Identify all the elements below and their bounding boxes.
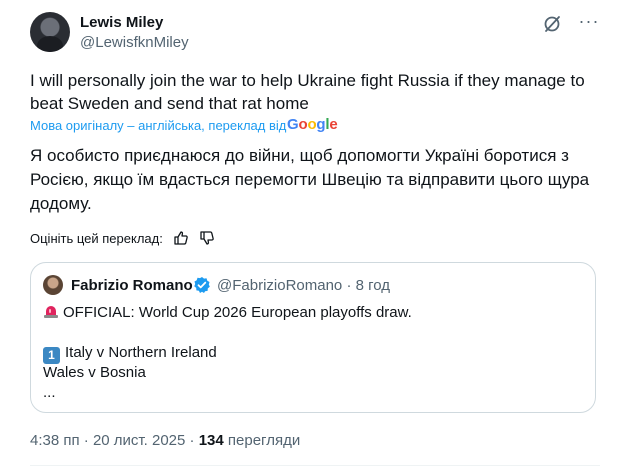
more-options-icon[interactable]: ···: [578, 12, 600, 34]
siren-icon: [44, 306, 58, 318]
number-one-icon: 1: [43, 347, 60, 364]
quoted-author-name: Fabrizio Romano: [71, 277, 193, 294]
author-handle[interactable]: @LewisfknMiley: [80, 34, 189, 51]
quoted-line-4: ...: [43, 384, 56, 401]
quoted-line-3: Wales v Bosnia: [43, 364, 146, 381]
tweet-meta: 4:38 пп · 20 лист. 2025 · 134 перегляди: [30, 432, 300, 449]
verified-badge-icon: [194, 277, 210, 293]
quoted-tweet[interactable]: Fabrizio Romano @FabrizioRomano · 8 год …: [30, 262, 596, 413]
views-count[interactable]: 134: [199, 432, 224, 449]
rate-translation-label: Оцініть цей переклад:: [30, 230, 163, 246]
thumbs-up-icon[interactable]: [173, 230, 189, 246]
divider: [30, 465, 600, 466]
tweet-time[interactable]: 4:38 пп: [30, 432, 80, 449]
meta-separator: ·: [189, 432, 195, 449]
tweet-header: Lewis Miley @LewisfknMiley ···: [30, 12, 600, 54]
quoted-line-1-text: OFFICIAL: World Cup 2026 European playof…: [63, 304, 412, 321]
rate-translation-row: Оцініть цей переклад:: [30, 229, 215, 247]
author-avatar[interactable]: [30, 12, 70, 52]
quoted-line-2-text: Italy v Northern Ireland: [65, 344, 217, 361]
quoted-line-2: 1 Italy v Northern Ireland: [43, 343, 217, 364]
quoted-author-avatar: [43, 275, 63, 295]
quoted-author-handle: @FabrizioRomano: [217, 277, 343, 294]
quoted-time: 8 год: [355, 277, 391, 294]
tweet-date[interactable]: 20 лист. 2025: [93, 432, 185, 449]
translation-note[interactable]: Мова оригіналу – англійська, переклад ві…: [30, 118, 286, 133]
meta-separator: ·: [346, 277, 352, 294]
author-name[interactable]: Lewis Miley: [80, 14, 163, 31]
translated-text: Я особисто приєднаюся до війни, щоб допо…: [30, 146, 590, 213]
meta-separator: ·: [83, 432, 89, 449]
views-label: перегляди: [227, 432, 301, 449]
quoted-line-1: OFFICIAL: World Cup 2026 European playof…: [43, 303, 412, 323]
google-logo: Google: [287, 116, 338, 133]
tweet-text: I will personally join the war to help U…: [30, 71, 585, 113]
grok-icon[interactable]: [542, 14, 562, 34]
thumbs-down-icon[interactable]: [199, 230, 215, 246]
quoted-meta: @FabrizioRomano · 8 год: [217, 277, 390, 294]
